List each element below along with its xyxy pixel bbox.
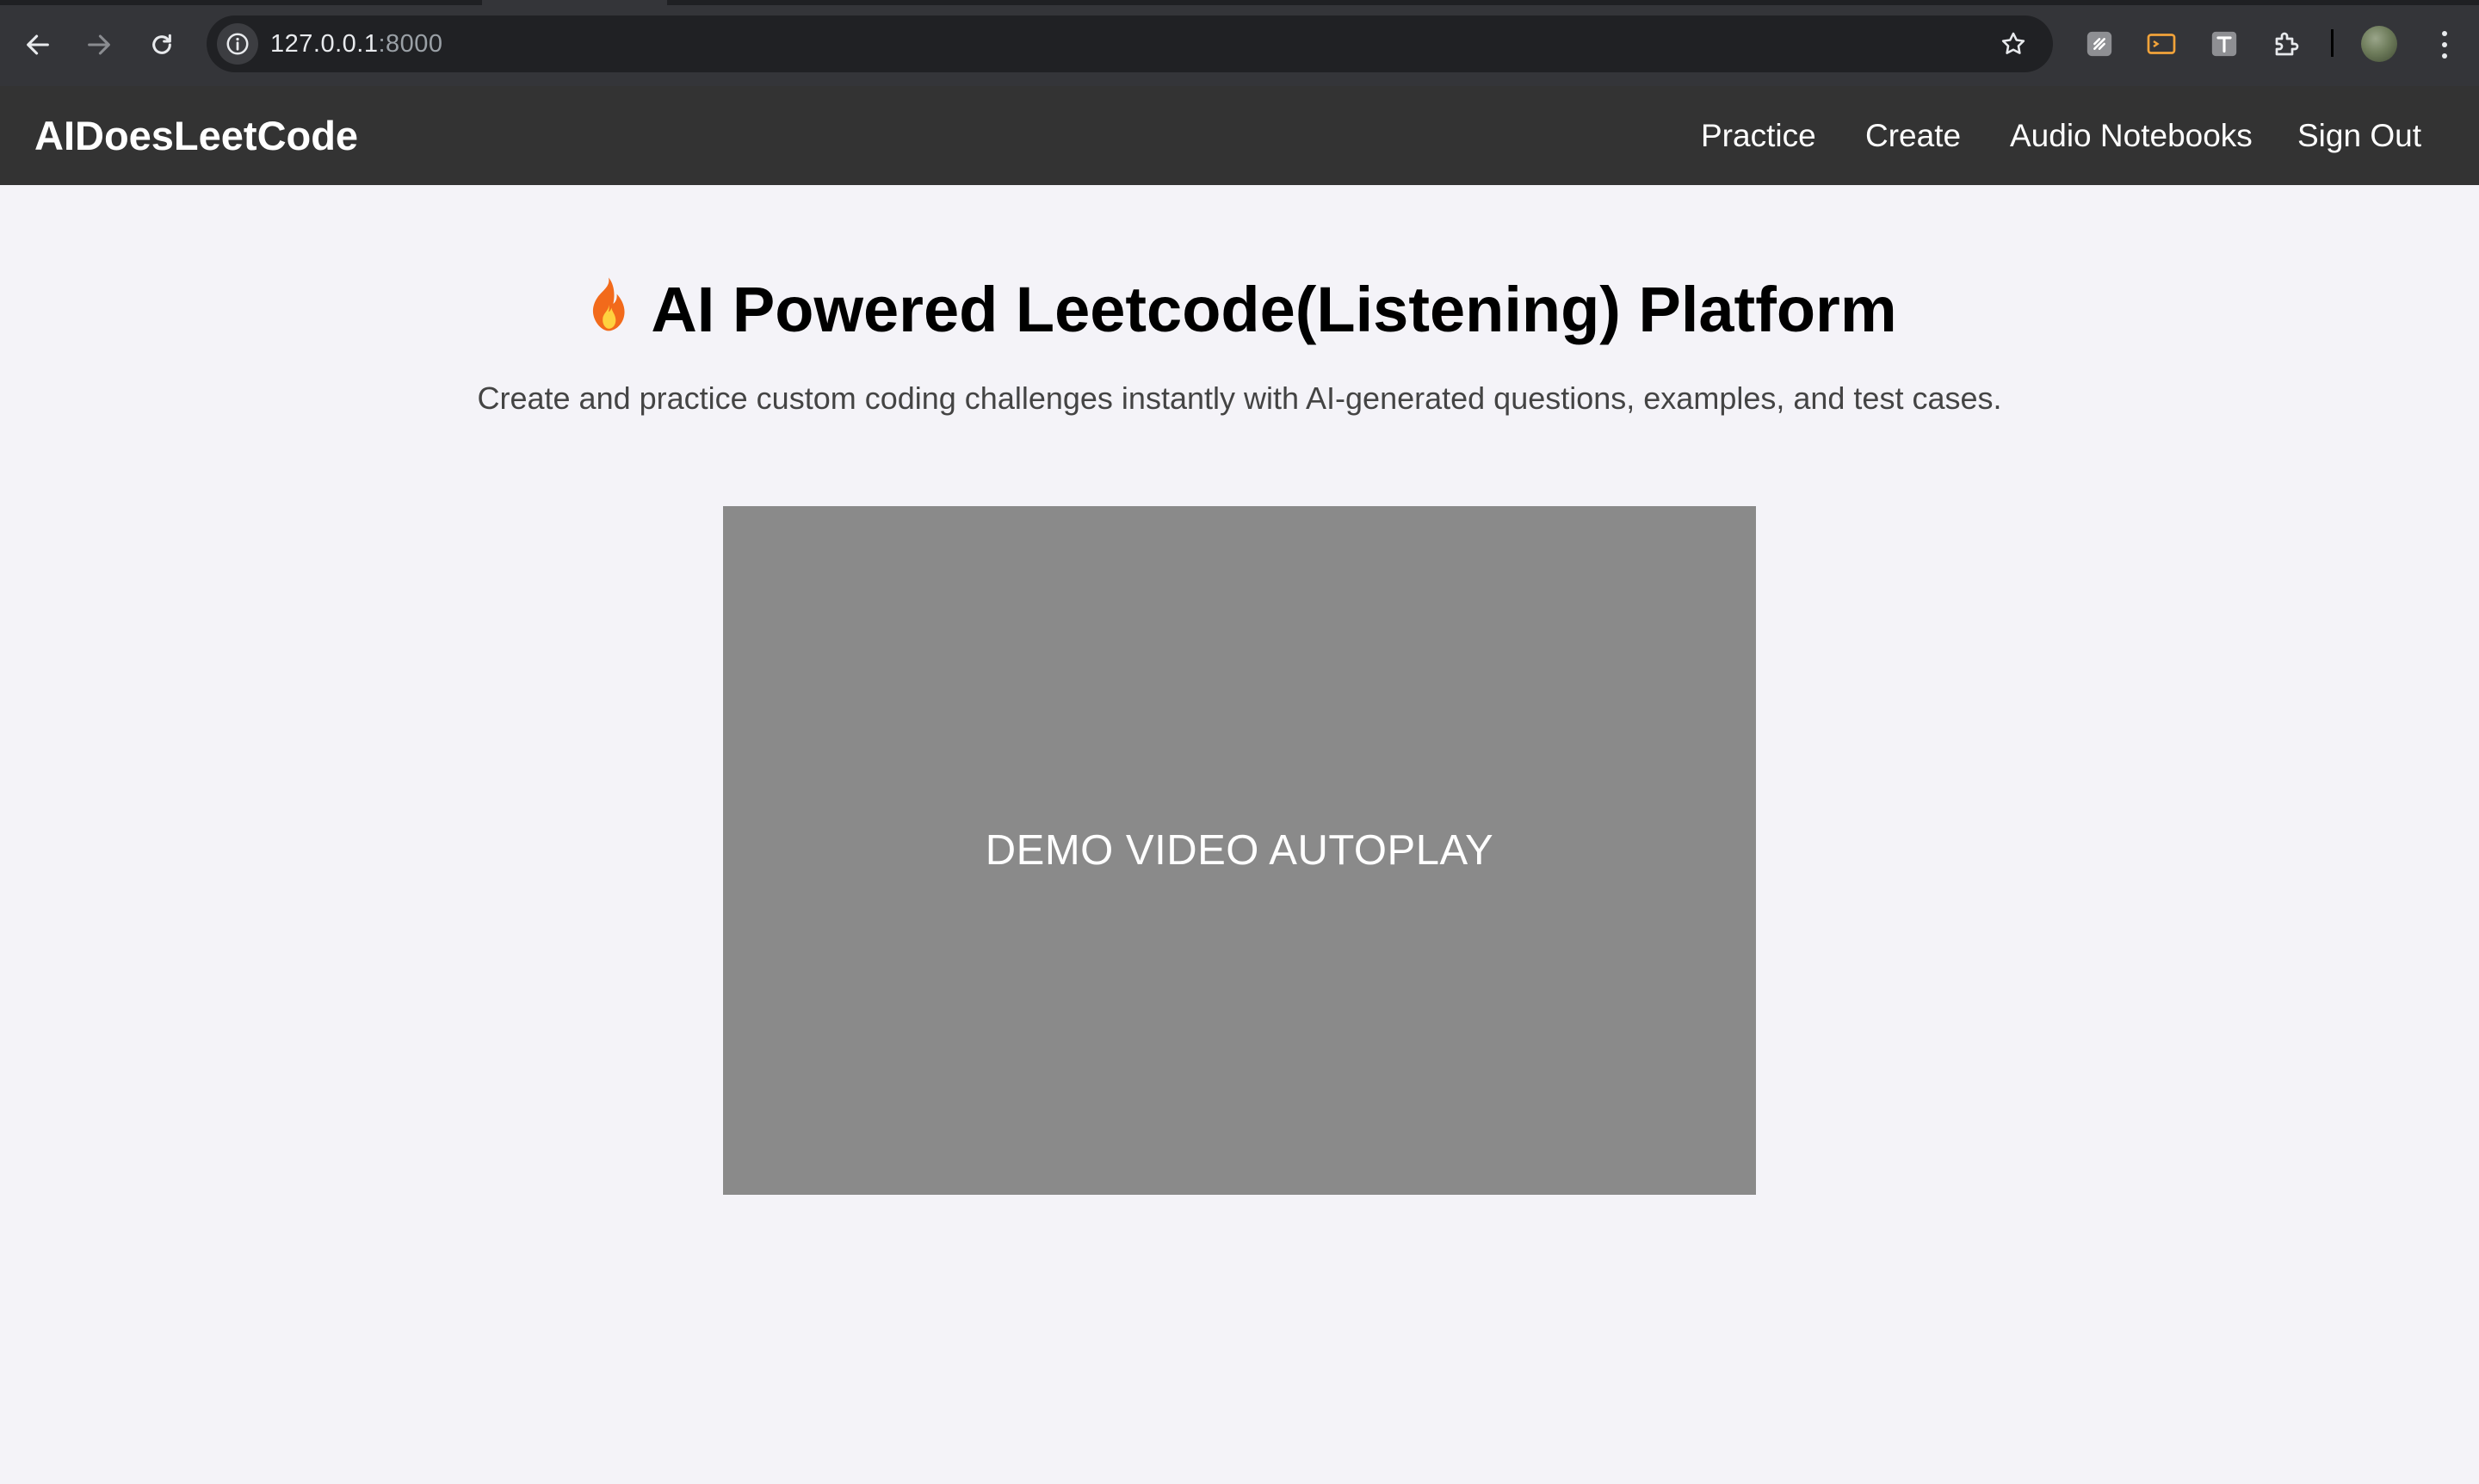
page-title: AI Powered Leetcode(Listening) Platform <box>0 271 2479 349</box>
nav-link-audio-notebooks[interactable]: Audio Notebooks <box>2010 86 2253 185</box>
cast-icon <box>2147 34 2176 54</box>
nav-link-practice[interactable]: Practice <box>1701 86 1816 185</box>
site-navbar: AIDoesLeetCode Practice Create Audio Not… <box>0 86 2479 185</box>
cast-button[interactable] <box>2143 26 2179 62</box>
site-info-button[interactable] <box>217 23 258 65</box>
kebab-menu-icon[interactable] <box>2427 26 2462 64</box>
nav-link-create[interactable]: Create <box>1865 86 1961 185</box>
page-title-text: AI Powered Leetcode(Listening) Platform <box>651 274 1897 345</box>
arrow-right-icon <box>88 34 110 55</box>
profile-avatar[interactable] <box>2361 26 2397 62</box>
translate-button[interactable] <box>2206 26 2242 62</box>
brand-logo[interactable]: AIDoesLeetCode <box>34 86 358 185</box>
arrow-left-icon <box>27 34 49 55</box>
extensions-button[interactable] <box>2269 26 2305 62</box>
tab-strip <box>0 0 482 5</box>
address-bar[interactable]: 127.0.0.1:8000 <box>207 15 2053 72</box>
fire-emoji-icon <box>593 277 625 331</box>
browser-toolbar: 127.0.0.1:8000 <box>0 0 2479 86</box>
url-text[interactable]: 127.0.0.1:8000 <box>270 15 443 72</box>
reload-icon <box>152 34 171 54</box>
star-icon <box>2001 32 2025 54</box>
back-button[interactable] <box>12 19 64 71</box>
reload-button[interactable] <box>136 19 188 71</box>
toolbar-divider <box>2331 29 2334 57</box>
page-subtitle: Create and practice custom coding challe… <box>477 380 2002 416</box>
puzzle-icon <box>2275 32 2299 56</box>
extension-a-icon <box>2086 31 2112 57</box>
url-port: :8000 <box>378 30 443 58</box>
nav-link-sign-out[interactable]: Sign Out <box>2297 86 2421 185</box>
info-icon <box>226 33 249 55</box>
url-host: 127.0.0.1 <box>270 30 379 58</box>
extension-a-button[interactable] <box>2081 26 2117 62</box>
tab-strip <box>667 0 2479 5</box>
demo-video-placeholder[interactable]: DEMO VIDEO AUTOPLAY <box>723 506 1756 1195</box>
forward-button[interactable] <box>73 19 125 71</box>
bookmark-button[interactable] <box>1996 27 2031 61</box>
demo-video-label: DEMO VIDEO AUTOPLAY <box>985 827 1494 874</box>
translate-icon <box>2211 31 2237 57</box>
